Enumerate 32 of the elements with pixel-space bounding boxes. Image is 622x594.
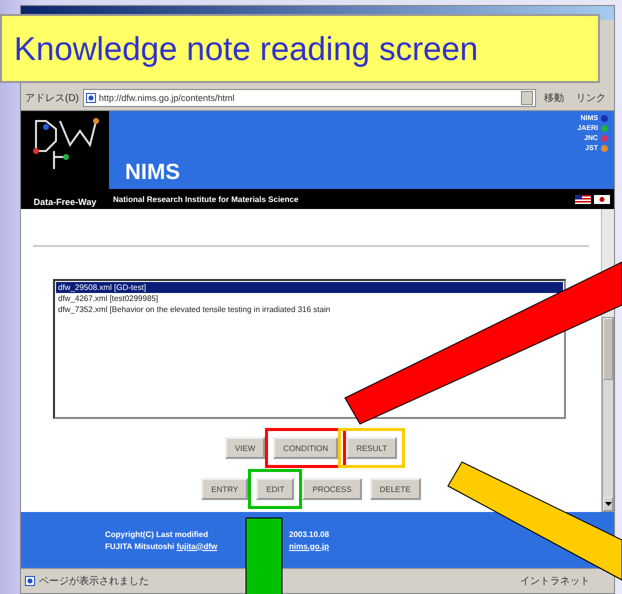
note-list[interactable]: dfw_29508.xml [GD-test] dfw_4267.xml [test0299985] dfw_7352.xml [Behavior on the elevated tensile testing in irradiated 316 stain [53, 279, 566, 419]
page-icon [86, 93, 96, 103]
author-name: FUJITA Mitsutoshi [105, 542, 174, 550]
copyright-text: Copyright(C) Last modified [105, 530, 210, 538]
note-action-button[interactable]: DELETE [370, 478, 421, 500]
go-button[interactable]: 移動 [540, 90, 568, 106]
email-link[interactable]: fujita@dfw [176, 542, 218, 550]
links-button[interactable]: リンク [572, 90, 610, 106]
flag-icon [594, 194, 610, 204]
note-action-button[interactable]: VIEW [224, 437, 266, 459]
note-item[interactable]: dfw_29508.xml [GD-test] [56, 282, 563, 293]
site-name: NIMS [125, 159, 180, 185]
email-link[interactable]: nims.go.jp [289, 542, 329, 550]
zone-label: イントラネット [520, 575, 591, 588]
note-action-button[interactable]: CONDITION [273, 437, 338, 459]
note-action-button[interactable]: ENTRY [201, 478, 248, 500]
slide-title: Knowledge note reading screen [0, 14, 600, 83]
note-action-button[interactable]: EDIT [256, 478, 294, 500]
scrollbar[interactable] [602, 317, 614, 512]
down-arrow-icon[interactable] [604, 502, 612, 506]
flag-icon [575, 194, 591, 204]
address-field[interactable]: http://dfw.nims.go.jp/contents/html [82, 89, 536, 107]
status-message: ページが表示されました [39, 574, 149, 588]
address-label: アドレス(D) [25, 92, 79, 105]
note-action-button[interactable]: RESULT [346, 437, 398, 459]
logo-caption: Data-Free-Way [34, 197, 96, 207]
site-subtitle: National Research Institute for Materials Science [113, 194, 298, 204]
note-action-button[interactable]: PROCESS [302, 478, 362, 500]
note-item[interactable]: dfw_7352.xml [Behavior on the elevated tensile testing in irradiated 316 stain [56, 304, 332, 315]
page-icon [25, 576, 35, 586]
date-text: 2003.10.08 [289, 530, 330, 538]
note-item[interactable]: dfw_4267.xml [test0299985] [56, 293, 160, 304]
